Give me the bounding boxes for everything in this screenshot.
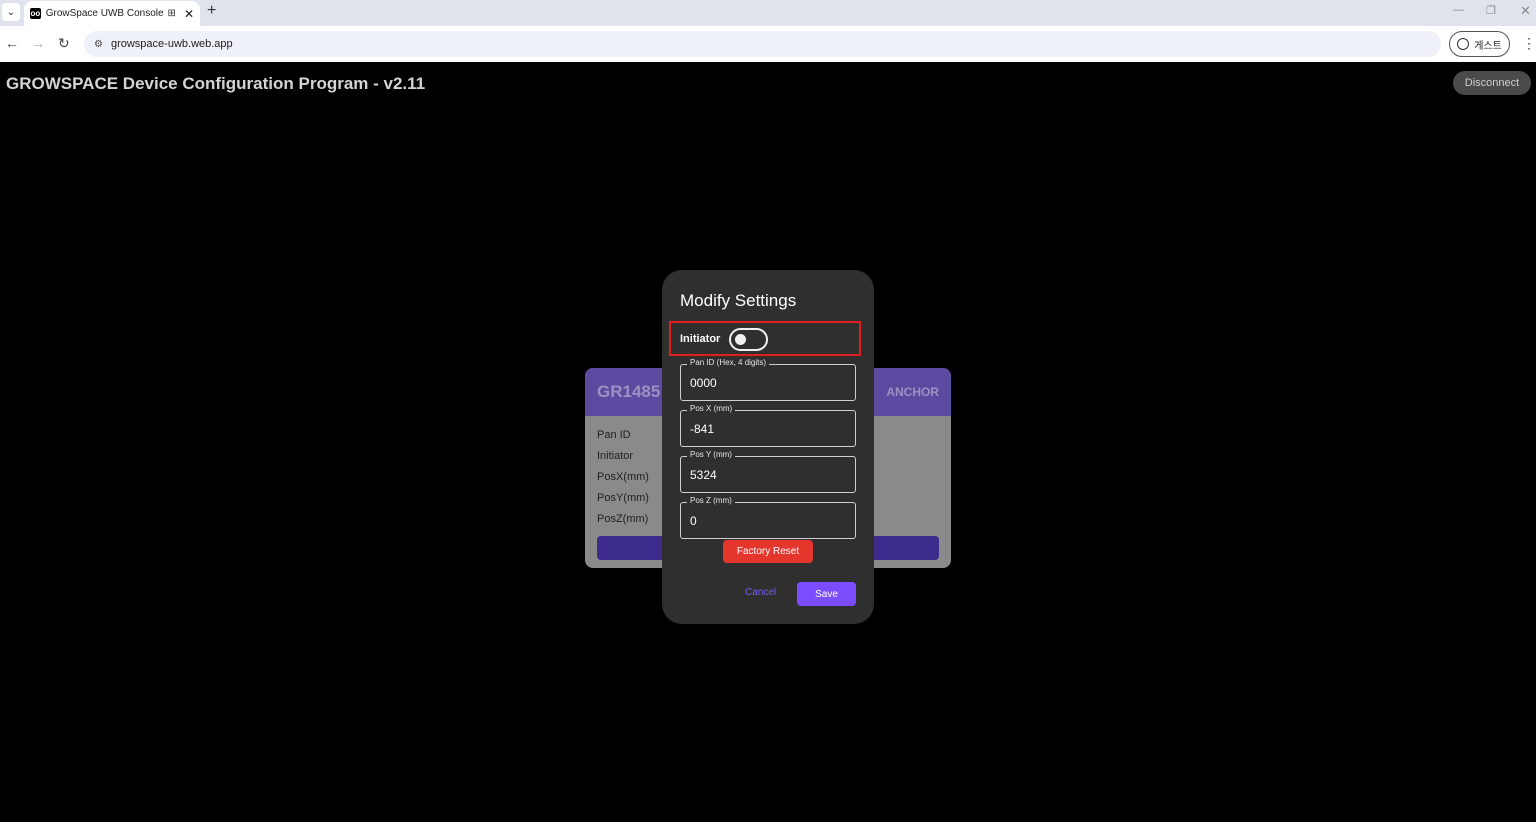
browser-tab[interactable]: oo GrowSpace UWB Console ⊞ ✕ <box>24 1 200 26</box>
save-button[interactable]: Save <box>797 582 856 606</box>
dialog-title: Modify Settings <box>680 291 797 310</box>
pos-z-label: Pos Z (mm) <box>687 496 735 505</box>
pos-z-value: 0 <box>690 514 697 528</box>
card-row-posx: PosX(mm) <box>597 471 649 483</box>
browser-toolbar: ← → ↻ ⚙ growspace-uwb.web.app 게스트 ⋮ <box>0 26 1536 62</box>
pan-id-field[interactable]: Pan ID (Hex, 4 digits) 0000 <box>680 358 856 401</box>
profile-button[interactable]: 게스트 <box>1449 31 1510 57</box>
tab-search-icon[interactable]: ⌄ <box>2 3 20 21</box>
device-type: ANCHOR <box>886 385 939 399</box>
minimize-icon[interactable]: — <box>1453 4 1464 16</box>
pan-id-value: 0000 <box>690 376 717 390</box>
page-title: GROWSPACE Device Configuration Program -… <box>6 74 426 93</box>
pos-z-field[interactable]: Pos Z (mm) 0 <box>680 496 856 539</box>
profile-label: 게스트 <box>1474 40 1502 52</box>
browser-tab-bar: ⌄ oo GrowSpace UWB Console ⊞ ✕ + — ❐ ✕ <box>0 0 1536 26</box>
account-icon <box>1457 38 1470 50</box>
initiator-toggle[interactable] <box>729 328 768 351</box>
tab-title: GrowSpace UWB Console <box>45 8 164 19</box>
card-row-pan-id: Pan ID <box>597 429 631 441</box>
address-bar[interactable]: ⚙ growspace-uwb.web.app <box>84 31 1441 57</box>
pos-x-field[interactable]: Pos X (mm) -841 <box>680 404 856 447</box>
reload-icon[interactable]: ↻ <box>58 35 70 52</box>
new-tab-icon[interactable]: + <box>207 2 216 20</box>
pos-y-label: Pos Y (mm) <box>687 450 735 459</box>
disconnect-button[interactable]: Disconnect <box>1453 71 1531 95</box>
forward-icon[interactable]: → <box>31 35 45 51</box>
url-text: growspace-uwb.web.app <box>110 38 233 50</box>
close-icon[interactable]: ✕ <box>184 7 194 21</box>
modify-settings-dialog: Modify Settings Initiator Pan ID (Hex, 4… <box>662 270 874 624</box>
pos-x-label: Pos X (mm) <box>687 404 736 413</box>
toggle-knob <box>735 334 746 345</box>
pos-y-field[interactable]: Pos Y (mm) 5324 <box>680 450 856 493</box>
card-row-posz: PosZ(mm) <box>597 513 649 525</box>
cancel-button[interactable]: Cancel <box>745 587 776 598</box>
tab-grid-icon: ⊞ <box>167 8 176 19</box>
menu-icon[interactable]: ⋮ <box>1522 35 1536 52</box>
site-info-icon[interactable]: ⚙ <box>94 39 103 50</box>
device-name: GR1485 <box>597 382 661 401</box>
pos-x-value: -841 <box>690 422 715 436</box>
restore-icon[interactable]: ❐ <box>1486 4 1496 17</box>
favicon-icon: oo <box>30 8 41 19</box>
card-row-initiator: Initiator <box>597 450 634 462</box>
back-icon[interactable]: ← <box>5 35 19 51</box>
initiator-label: Initiator <box>680 333 721 345</box>
pos-y-value: 5324 <box>690 468 717 482</box>
window-close-icon[interactable]: ✕ <box>1520 3 1531 19</box>
card-row-posy: PosY(mm) <box>597 492 649 504</box>
pan-id-label: Pan ID (Hex, 4 digits) <box>687 358 770 367</box>
factory-reset-button[interactable]: Factory Reset <box>723 540 813 563</box>
